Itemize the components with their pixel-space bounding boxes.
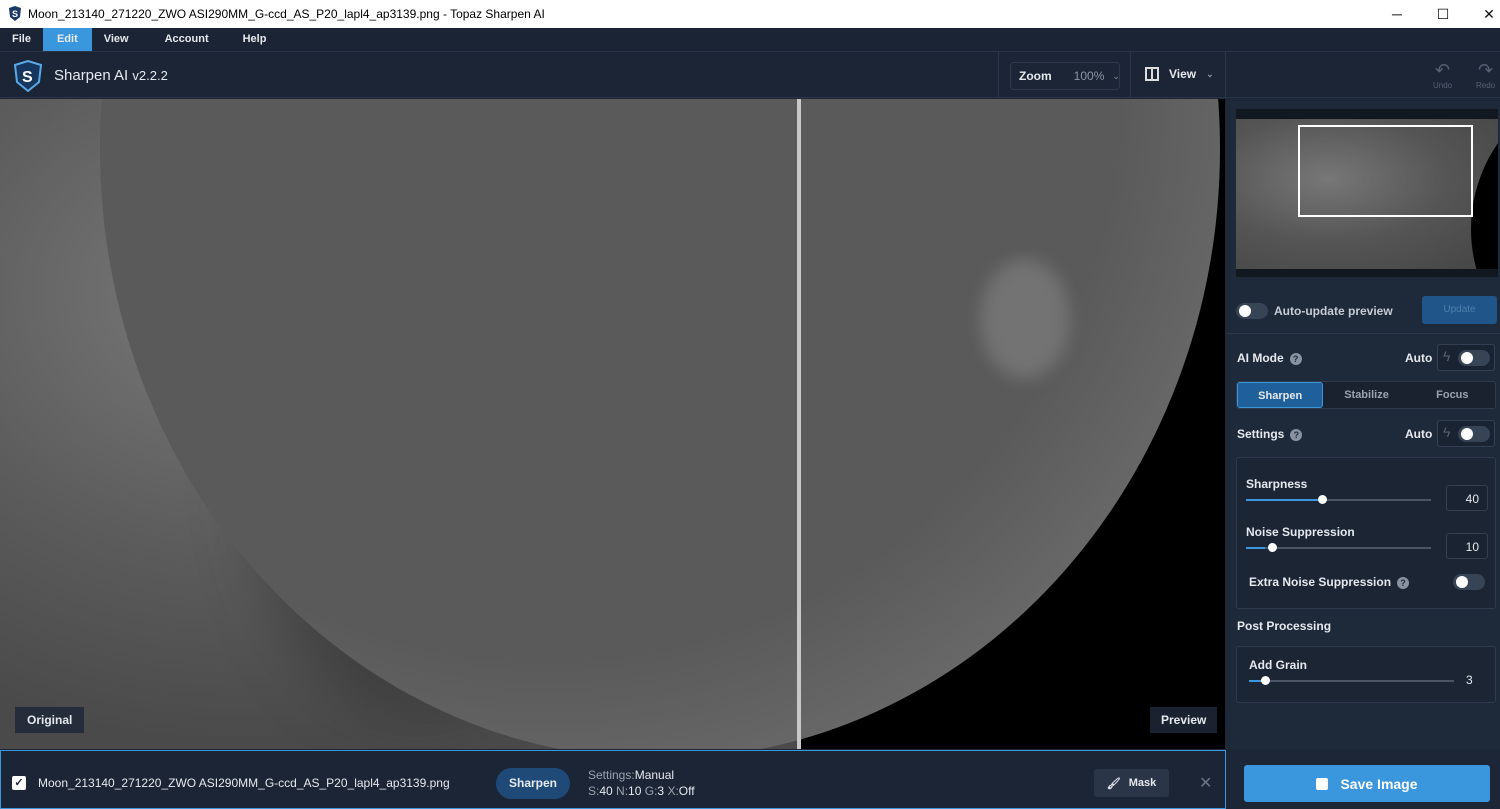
auto-update-label: Auto-update preview — [1274, 304, 1393, 318]
extra-noise-label: Extra Noise Suppression? — [1249, 575, 1410, 589]
mask-button[interactable]: 🖌 Mask — [1094, 769, 1169, 797]
remove-image-icon[interactable]: ✕ — [1199, 773, 1212, 793]
image-canvas[interactable]: Original Preview — [0, 99, 1225, 749]
mode-badge: Sharpen — [496, 768, 570, 799]
save-icon — [1316, 777, 1329, 790]
redo-icon: ↷ — [1478, 60, 1494, 80]
preview-image — [100, 99, 1225, 749]
sharpness-label: Sharpness — [1246, 477, 1308, 491]
noise-suppression-label: Noise Suppression — [1246, 525, 1355, 539]
menu-view[interactable]: View — [92, 28, 141, 51]
split-divider-handle[interactable] — [797, 99, 801, 749]
app-version: v2.2.2 — [132, 68, 168, 83]
close-button[interactable]: ✕ — [1466, 0, 1500, 28]
menu-bar: File Edit View Account Help — [0, 28, 1500, 51]
mode-focus[interactable]: Focus — [1410, 382, 1495, 408]
ai-mode-segmented: Sharpen Stabilize Focus — [1236, 381, 1496, 409]
add-grain-value: 3 — [1466, 673, 1473, 687]
menu-help[interactable]: Help — [231, 28, 279, 51]
sharpness-slider[interactable] — [1246, 495, 1431, 504]
chevron-down-icon: ⌄ — [1112, 70, 1120, 81]
help-icon[interactable]: ? — [1397, 577, 1410, 589]
svg-text:S: S — [12, 9, 18, 19]
ai-mode-label: AI Mode? — [1237, 351, 1302, 365]
brush-icon: 🖌 — [1106, 777, 1121, 790]
app-name: Sharpen AI — [54, 67, 129, 84]
view-label: View — [1169, 67, 1197, 81]
mode-sharpen[interactable]: Sharpen — [1237, 382, 1324, 408]
redo-button[interactable]: ↷ Redo — [1476, 60, 1495, 90]
undo-label: Undo — [1433, 81, 1453, 90]
settings-auto-toggle[interactable]: ϟ — [1437, 420, 1495, 447]
extra-noise-toggle[interactable] — [1453, 574, 1485, 590]
zoom-dropdown[interactable]: Zoom 100% ⌄ — [1010, 62, 1120, 90]
settings-panel: Auto-update preview Update AI Mode? Auto… — [1226, 99, 1500, 749]
title-bar: S Moon_213140_271220_ZWO ASI290MM_G-ccd_… — [0, 0, 1500, 28]
lightning-icon: ϟ — [1443, 424, 1451, 440]
add-grain-label: Add Grain — [1249, 658, 1308, 672]
settings-label: Settings? — [1237, 427, 1303, 441]
save-image-button[interactable]: Save Image — [1244, 765, 1490, 802]
noise-suppression-slider[interactable] — [1246, 543, 1431, 552]
add-grain-slider[interactable] — [1249, 676, 1454, 685]
original-label: Original — [15, 707, 85, 733]
undo-icon: ↶ — [1435, 60, 1451, 80]
app-header: S Sharpen AI v2.2.2 Zoom 100% ⌄ View ⌄ ↶ Und… — [0, 51, 1500, 98]
svg-text:S: S — [22, 69, 33, 86]
navigator-thumbnail[interactable] — [1236, 109, 1498, 277]
help-icon[interactable]: ? — [1290, 429, 1303, 441]
undo-button[interactable]: ↶ Undo — [1433, 60, 1452, 90]
view-dropdown[interactable]: View ⌄ — [1145, 67, 1214, 81]
menu-account[interactable]: Account — [141, 28, 231, 51]
chevron-down-icon: ⌄ — [1206, 68, 1214, 79]
auto-update-toggle[interactable] — [1236, 303, 1268, 319]
settings-group: Sharpness 40 Noise Suppression 10 Extra … — [1236, 457, 1496, 609]
ai-mode-auto-label: Auto — [1405, 351, 1433, 365]
post-processing-label: Post Processing — [1237, 619, 1332, 633]
settings-summary: Settings:Manual S:40 N:10 G:3 X:Off — [588, 768, 695, 798]
menu-file[interactable]: File — [0, 28, 43, 51]
sharpness-value[interactable]: 40 — [1446, 485, 1488, 511]
mode-stabilize[interactable]: Stabilize — [1323, 382, 1409, 408]
settings-auto-label: Auto — [1405, 427, 1433, 441]
minimize-button[interactable]: ─ — [1374, 0, 1420, 28]
noise-suppression-value[interactable]: 10 — [1446, 533, 1488, 559]
help-icon[interactable]: ? — [1289, 353, 1302, 365]
navigator-viewport-box[interactable] — [1298, 125, 1473, 217]
redo-label: Redo — [1476, 81, 1496, 90]
post-processing-group: Add Grain 3 — [1236, 646, 1496, 703]
ai-mode-auto-toggle[interactable]: ϟ — [1437, 344, 1495, 371]
app-icon: S — [9, 6, 21, 21]
update-button[interactable]: Update — [1422, 296, 1497, 324]
window-title: Moon_213140_271220_ZWO ASI290MM_G-ccd_AS… — [28, 7, 545, 21]
mask-label: Mask — [1128, 777, 1157, 789]
image-checkbox[interactable]: ✓ — [12, 776, 26, 790]
zoom-label: Zoom — [1019, 69, 1052, 83]
image-list-bar: ✓ Moon_213140_271220_ZWO ASI290MM_G-ccd_… — [0, 750, 1226, 809]
menu-edit[interactable]: Edit — [42, 28, 92, 51]
save-label: Save Image — [1340, 775, 1418, 792]
topaz-logo-icon: S — [13, 60, 43, 92]
maximize-button[interactable]: ☐ — [1420, 0, 1466, 28]
image-filename: Moon_213140_271220_ZWO ASI290MM_G-ccd_AS… — [38, 776, 450, 790]
lightning-icon: ϟ — [1443, 348, 1451, 364]
preview-label: Preview — [1150, 707, 1218, 733]
zoom-value: 100% — [1073, 69, 1105, 83]
split-view-icon — [1145, 67, 1159, 81]
